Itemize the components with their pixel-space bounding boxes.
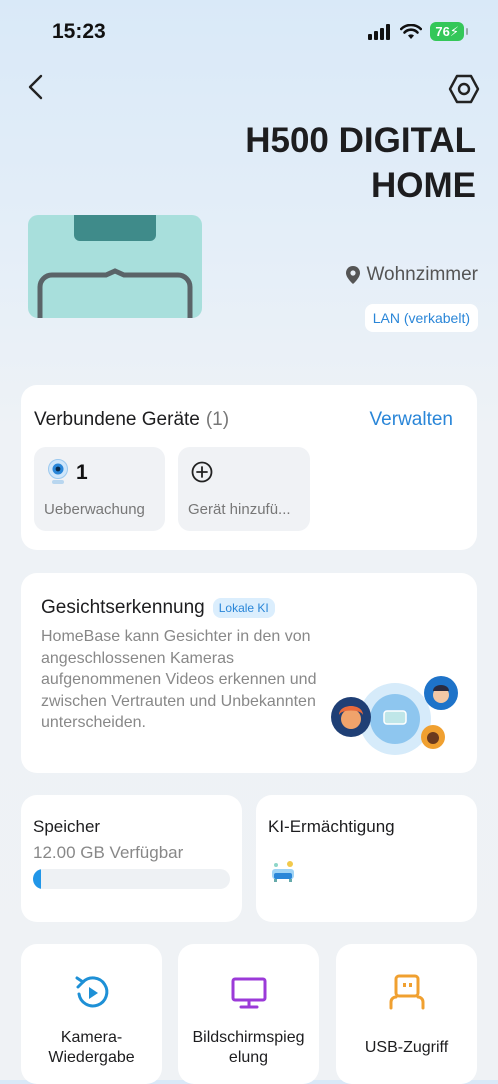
face-recognition-title: Gesichtserkennung bbox=[41, 597, 205, 618]
screen-mirroring-button[interactable]: Bildschirmspieg elung bbox=[178, 944, 319, 1084]
add-device-tile[interactable]: Gerät hinzufü... bbox=[178, 447, 310, 531]
screen-mirroring-label: Bildschirmspieg elung bbox=[192, 1029, 305, 1066]
status-icons: 76⚡ bbox=[368, 22, 468, 41]
usb-access-label: USB-Zugriff bbox=[364, 1039, 449, 1056]
monitor-icon bbox=[231, 977, 266, 1009]
surveillance-count: 1 bbox=[76, 461, 88, 484]
add-circle-icon bbox=[191, 461, 213, 483]
camera-playback-label: Kamera- Wiedergabe bbox=[48, 1029, 135, 1066]
connected-devices-card: Verbundene Geräte (1) Verwalten 1 Ueberwa… bbox=[21, 385, 477, 550]
device-image bbox=[28, 215, 202, 318]
manage-button[interactable]: Verwalten bbox=[370, 409, 453, 431]
add-device-label: Gerät hinzufü... bbox=[188, 501, 291, 518]
battery-indicator: 76⚡ bbox=[430, 22, 468, 41]
storage-progress-bar bbox=[33, 869, 230, 889]
usb-access-button[interactable]: USB-Zugriff bbox=[336, 944, 477, 1084]
storage-progress-fill bbox=[33, 869, 41, 889]
location-pin-icon bbox=[346, 266, 361, 284]
face-recognition-illustration bbox=[331, 676, 458, 755]
storage-title: Speicher bbox=[33, 817, 101, 836]
connected-devices-label: Verbundene Geräte bbox=[34, 409, 200, 430]
face-recognition-header: Gesichtserkennung Lokale KI bbox=[41, 597, 275, 619]
settings-icon[interactable] bbox=[447, 72, 481, 106]
device-title: H500 DIGITAL HOME bbox=[245, 121, 476, 205]
battery-level: 76 bbox=[435, 24, 450, 39]
connected-devices-title: Verbundene Geräte (1) bbox=[34, 409, 229, 431]
playback-icon bbox=[75, 976, 108, 1008]
local-ki-badge: Lokale KI bbox=[212, 598, 275, 618]
ki-empowerment-title: KI-Ermächtigung bbox=[268, 817, 395, 836]
signal-icon bbox=[368, 23, 391, 40]
storage-card[interactable]: Speicher 12.00 GB Verfügbar bbox=[21, 795, 242, 922]
face-recognition-card[interactable]: Gesichtserkennung Lokale KI HomeBase kan… bbox=[21, 573, 477, 773]
usb-icon bbox=[389, 974, 424, 1010]
ki-sofa-icon bbox=[272, 861, 294, 882]
camera-playback-button[interactable]: Kamera- Wiedergabe bbox=[21, 944, 162, 1084]
ki-empowerment-card[interactable]: KI-Ermächtigung bbox=[256, 795, 477, 922]
status-time: 15:23 bbox=[52, 20, 106, 43]
camera-icon bbox=[48, 459, 68, 484]
face-recognition-description: HomeBase kann Gesichter in den von anges… bbox=[41, 628, 317, 731]
wifi-icon bbox=[400, 23, 423, 39]
surveillance-tile[interactable]: 1 Ueberwachung bbox=[34, 447, 165, 531]
location-label: Wohnzimmer bbox=[366, 264, 478, 285]
back-icon[interactable] bbox=[22, 72, 52, 102]
surveillance-label: Ueberwachung bbox=[44, 501, 145, 518]
storage-available: 12.00 GB Verfügbar bbox=[33, 843, 184, 862]
connection-badge: LAN (verkabelt) bbox=[364, 304, 478, 332]
connected-devices-count: (1) bbox=[205, 409, 230, 430]
device-location: Wohnzimmer bbox=[346, 264, 478, 286]
